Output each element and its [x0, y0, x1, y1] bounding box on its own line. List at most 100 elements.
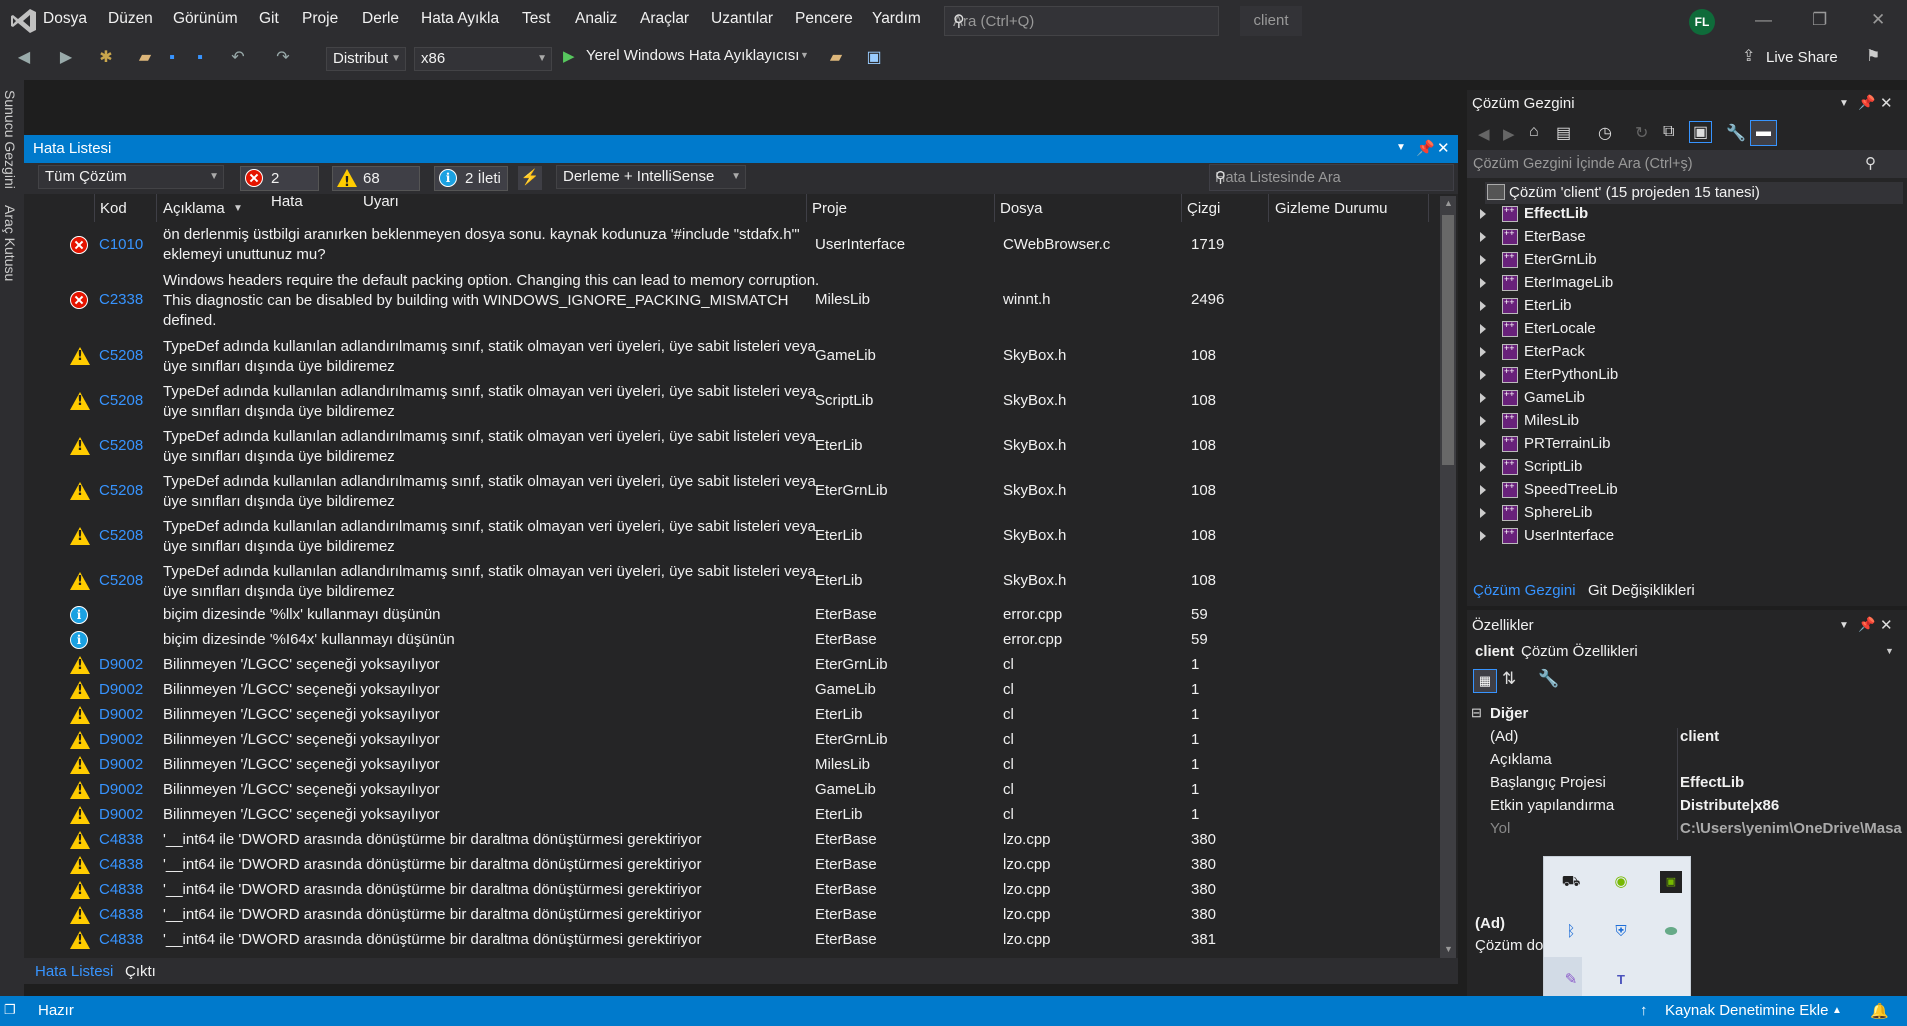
- back-icon[interactable]: ◀: [1478, 125, 1490, 143]
- expand-chevron-icon[interactable]: [1480, 324, 1486, 335]
- cell-code[interactable]: C5208: [99, 481, 143, 501]
- properties-object-select[interactable]: client Çözüm Özellikleri ▼: [1467, 640, 1907, 664]
- browser-link-icon[interactable]: ▣: [864, 48, 884, 68]
- messages-filter-button[interactable]: i 2 İleti: [434, 166, 508, 191]
- menu-view[interactable]: Görünüm: [173, 10, 238, 28]
- solution-search-input[interactable]: Çözüm Gezgini İçinde Ara (Ctrl+ş) ⚲: [1467, 150, 1907, 178]
- warnings-filter-button[interactable]: 68 Uyarı: [332, 166, 420, 210]
- close-icon[interactable]: ✕: [1880, 94, 1893, 112]
- pending-changes-icon[interactable]: ◷: [1598, 123, 1612, 143]
- window-menu-icon[interactable]: ▼: [1396, 142, 1406, 153]
- global-search-input[interactable]: Ara (Ctrl+Q) ⚲: [944, 6, 1219, 36]
- menu-tools[interactable]: Araçlar: [640, 10, 689, 28]
- home-icon[interactable]: ⌂: [1529, 123, 1539, 141]
- table-row[interactable]: C5208 TypeDef adında kullanılan adlandırı…: [24, 335, 1442, 377]
- errors-filter-button[interactable]: 2 Hata: [240, 166, 319, 210]
- collapse-all-icon[interactable]: ⧉: [1663, 123, 1674, 141]
- redo-icon[interactable]: ↷: [273, 48, 293, 68]
- tree-item-project[interactable]: SphereLib: [1480, 504, 1592, 522]
- property-pages-icon[interactable]: 🔧: [1538, 669, 1559, 689]
- scrollbar-thumb[interactable]: [1442, 215, 1454, 465]
- menu-git[interactable]: Git: [259, 10, 279, 28]
- properties-wrench-icon[interactable]: 🔧: [1726, 123, 1746, 143]
- property-value[interactable]: EffectLib: [1680, 774, 1905, 791]
- tab-error-list[interactable]: Hata Listesi: [35, 963, 113, 980]
- expand-chevron-icon[interactable]: [1480, 393, 1486, 404]
- expand-chevron-icon[interactable]: [1480, 508, 1486, 519]
- cell-code[interactable]: D9002: [99, 755, 143, 775]
- table-row[interactable]: C4838 '__int64 ile 'DWORD arasında dönüşt…: [24, 928, 1442, 952]
- avatar[interactable]: FL: [1689, 9, 1715, 35]
- menu-help[interactable]: Yardım: [872, 10, 921, 28]
- tree-item-project[interactable]: GameLib: [1480, 389, 1585, 407]
- refresh-icon[interactable]: ↻: [1635, 123, 1648, 143]
- cell-code[interactable]: C5208: [99, 571, 143, 591]
- table-row[interactable]: C5208 TypeDef adında kullanılan adlandırı…: [24, 560, 1442, 602]
- expand-chevron-icon[interactable]: [1480, 439, 1486, 450]
- menu-build[interactable]: Derle: [362, 10, 399, 28]
- app-tray-icon[interactable]: ⛟: [1560, 871, 1582, 893]
- scroll-up-icon[interactable]: ▲: [1444, 198, 1453, 208]
- bluetooth-icon[interactable]: ᛒ: [1560, 921, 1582, 943]
- menu-edit[interactable]: Düzen: [108, 10, 153, 28]
- expand-chevron-icon[interactable]: [1480, 347, 1486, 358]
- table-row[interactable]: C4838 '__int64 ile 'DWORD arasında dönüşt…: [24, 828, 1442, 852]
- cell-code[interactable]: C4838: [99, 830, 143, 850]
- categorized-icon[interactable]: ▦: [1473, 669, 1497, 693]
- pin-icon[interactable]: 📌: [1416, 139, 1435, 157]
- debug-target-button[interactable]: Yerel Windows Hata Ayıklayıcısı: [586, 47, 799, 64]
- open-folder-icon[interactable]: ▰: [135, 48, 155, 68]
- expand-chevron-icon[interactable]: [1480, 485, 1486, 496]
- pin-icon[interactable]: 📌: [1858, 94, 1875, 111]
- tab-git-changes[interactable]: Git Değişiklikleri: [1588, 582, 1695, 599]
- live-share-button[interactable]: Live Share: [1766, 49, 1838, 66]
- table-row[interactable]: C5208 TypeDef adında kullanılan adlandırı…: [24, 425, 1442, 467]
- switch-views-icon[interactable]: ▤: [1556, 123, 1571, 143]
- close-icon[interactable]: ✕: [1871, 10, 1885, 30]
- pin-icon[interactable]: 📌: [1858, 616, 1875, 633]
- table-row[interactable]: i biçim dizesinde '%I64x' kullanmayı düşü…: [24, 628, 1442, 652]
- toolbox-tab[interactable]: Araç Kutusu: [2, 205, 18, 281]
- preview-icon[interactable]: ▬: [1750, 120, 1777, 146]
- column-header-file[interactable]: Dosya: [1000, 200, 1043, 217]
- table-row[interactable]: D9002 Bilinmeyen '/LGCC' seçeneği yoksayı…: [24, 703, 1442, 727]
- menu-project[interactable]: Proje: [302, 10, 338, 28]
- tree-item-project[interactable]: EterPack: [1480, 343, 1585, 361]
- property-value[interactable]: Distribute|x86: [1680, 797, 1905, 814]
- feedback-icon[interactable]: ⚑: [1866, 46, 1880, 66]
- cell-code[interactable]: D9002: [99, 705, 143, 725]
- menu-file[interactable]: Dosya: [43, 10, 87, 28]
- column-header-code[interactable]: Kod: [100, 200, 127, 217]
- folder-icon[interactable]: ▰: [826, 48, 846, 68]
- forward-icon[interactable]: ▶: [56, 48, 76, 68]
- tree-item-project[interactable]: EterGrnLib: [1480, 251, 1597, 269]
- cell-code[interactable]: C4838: [99, 930, 143, 950]
- menu-test[interactable]: Test: [522, 10, 550, 28]
- table-row[interactable]: C5208 TypeDef adında kullanılan adlandırı…: [24, 470, 1442, 512]
- expand-chevron-icon[interactable]: [1480, 301, 1486, 312]
- column-header-line[interactable]: Çizgi: [1187, 200, 1220, 217]
- cell-code[interactable]: D9002: [99, 780, 143, 800]
- cell-code[interactable]: C5208: [99, 391, 143, 411]
- table-row[interactable]: D9002 Bilinmeyen '/LGCC' seçeneği yoksayı…: [24, 678, 1442, 702]
- table-row[interactable]: D9002 Bilinmeyen '/LGCC' seçeneği yoksayı…: [24, 653, 1442, 677]
- menu-debug[interactable]: Hata Ayıkla: [421, 10, 499, 28]
- tree-item-project[interactable]: EterLocale: [1480, 320, 1596, 338]
- tab-output[interactable]: Çıktı: [125, 963, 156, 980]
- tree-item-project[interactable]: SpeedTreeLib: [1480, 481, 1618, 499]
- alphabetical-icon[interactable]: ⇅: [1502, 669, 1516, 689]
- column-header-project[interactable]: Proje: [812, 200, 847, 217]
- expand-chevron-icon[interactable]: [1480, 462, 1486, 473]
- table-row[interactable]: C4838 '__int64 ile 'DWORD arasında dönüşt…: [24, 853, 1442, 877]
- filter-icon[interactable]: ⚡: [518, 166, 542, 190]
- solution-root-row[interactable]: Çözüm 'client' (15 projeden 15 tanesi): [1485, 182, 1903, 204]
- table-row[interactable]: C2338 Windows headers require the default…: [24, 269, 1442, 331]
- add-to-source-control-button[interactable]: Kaynak Denetimine Ekle: [1665, 1002, 1828, 1019]
- tree-item-project[interactable]: EffectLib: [1480, 205, 1588, 223]
- expand-chevron-icon[interactable]: [1480, 255, 1486, 266]
- expand-chevron-icon[interactable]: [1480, 232, 1486, 243]
- menu-window[interactable]: Pencere: [795, 10, 853, 28]
- cell-code[interactable]: C5208: [99, 436, 143, 456]
- table-row[interactable]: D9002 Bilinmeyen '/LGCC' seçeneği yoksayı…: [24, 728, 1442, 752]
- expand-chevron-icon[interactable]: [1480, 278, 1486, 289]
